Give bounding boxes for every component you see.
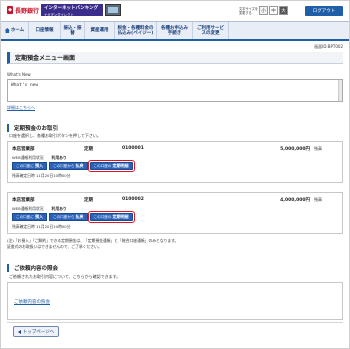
account-summary: 本店営業部 定期 0100002 4,000,000円 残高	[12, 197, 342, 205]
bank-logo[interactable]: ◆ 長野銀行	[7, 5, 39, 15]
nav-home[interactable]: ホーム	[1, 22, 29, 39]
account-summary: 本店営業部 定期 0100001 5,000,000円 残高	[12, 146, 342, 154]
arrow-left-icon	[17, 329, 21, 334]
nav-service-change[interactable]: ご利用サービスの変更	[193, 22, 229, 39]
account-balance: 5,000,000円	[280, 147, 310, 152]
whats-new-detail-link[interactable]: 詳細はこちらへ	[7, 105, 35, 111]
deposit-details-button[interactable]: この口座の 定期明細	[87, 160, 135, 172]
page: ◆ 長野銀行 インターネットバンキング ナガギンダイレクト 文字サイズを 変更す…	[0, 0, 350, 349]
note-text: (注)「お預入」「ご解約」できる定期預金は、「定期預金通帳」と「総合口座通帳」の…	[7, 238, 343, 250]
bank-name: 長野銀行	[14, 7, 39, 15]
withdraw-button-prefix: この口座から	[52, 214, 75, 219]
deposit-details-button[interactable]: この口座の 定期明細	[87, 211, 135, 223]
account-type: 定期	[84, 147, 93, 152]
web-passbook-status: WEB通帳利用状況 利用あり	[12, 155, 67, 161]
deposit-details-button-action: 定期明細	[112, 163, 129, 168]
deposit-details-button-action: 定期明細	[112, 214, 129, 219]
nav-transfer[interactable]: 振込・振替	[61, 22, 85, 39]
global-nav: ホーム 口座情報 振込・振替 資産運用 税金・各種料金の払込み(ペイジー) 各種…	[1, 21, 349, 41]
account-number: 0100002	[122, 197, 144, 202]
deposit-button-prefix: この口座に	[16, 214, 34, 219]
account-balance: 4,000,000円	[280, 198, 310, 203]
whats-new-textarea[interactable]: What's new	[7, 79, 343, 102]
page-title: 定期預金メニュー画面	[7, 52, 343, 64]
deposit-button-action: 預入	[34, 214, 43, 219]
inquiry-link[interactable]: ご依頼内容の照会	[14, 299, 50, 305]
font-small-button[interactable]: 小	[259, 6, 268, 15]
withdraw-button-action: 払戻	[75, 163, 84, 168]
withdraw-button[interactable]: この口座から 払戻	[48, 213, 88, 221]
font-size-label: 文字サイズを 変更する	[239, 7, 259, 15]
balance-confirmed-date: 残高確定日時 11月20日10時00分	[12, 224, 71, 229]
nav-account-info[interactable]: 口座情報	[29, 22, 61, 39]
withdraw-button-action: 払戻	[75, 214, 84, 219]
ib-title: インターネットバンキング	[44, 6, 99, 11]
account-type: 定期	[84, 198, 93, 203]
deposit-button[interactable]: この口座に 預入	[12, 213, 47, 221]
balance-label: 残高	[314, 146, 322, 151]
section-heading-time-deposit: 定期預金のお取引	[7, 124, 58, 132]
deposit-button-action: 預入	[34, 163, 43, 168]
font-large-button[interactable]: 大	[279, 6, 288, 15]
nav-applications[interactable]: 各種お申込み手続き	[157, 22, 193, 39]
withdraw-button[interactable]: この口座から 払戻	[48, 162, 88, 170]
deposit-details-button-prefix: この口座の	[93, 163, 112, 168]
nav-payments[interactable]: 税金・各種料金の払込み(ペイジー)	[115, 22, 157, 39]
note-line-2: 証書式のお取扱いはできませんので、ご了承ください。	[7, 244, 102, 249]
action-buttons: この口座に 預入 この口座から 払戻 この口座の 定期明細	[12, 160, 135, 172]
ib-banner: インターネットバンキング ナガギンダイレクト	[41, 4, 103, 17]
whats-new-label: What's New	[7, 72, 31, 77]
top-page-button-label: トップページへ	[22, 329, 55, 335]
account-card: 本店営業部 定期 0100002 4,000,000円 残高 WEB通帳利用状況…	[7, 192, 343, 234]
instruction-text: 口座を選択し、各種お取引ボタンを押して下さい。	[9, 133, 101, 138]
whats-new-content: What's new	[11, 83, 39, 88]
web-passbook-status: WEB通帳利用状況 利用あり	[12, 206, 67, 212]
withdraw-button-prefix: この口座から	[52, 163, 75, 168]
whats-new-scrollbar[interactable]	[338, 80, 342, 101]
branch-name: 本店営業部	[12, 198, 35, 203]
font-medium-button[interactable]: 中	[269, 6, 278, 15]
account-number: 0100001	[122, 146, 144, 151]
inquiry-description: ご依頼されたお取引内容について、こちらから確認できます。	[9, 274, 121, 279]
deposit-button[interactable]: この口座に 預入	[12, 162, 47, 170]
bank-logo-icon: ◆	[7, 6, 13, 14]
screen-id: 画面ID:BPT002	[314, 44, 343, 49]
web-status-value: 利用あり	[51, 206, 67, 211]
top-page-button[interactable]: トップページへ	[13, 326, 59, 337]
deposit-button-prefix: この口座に	[16, 163, 34, 168]
web-status-value: 利用あり	[51, 155, 67, 160]
divider	[7, 322, 343, 323]
web-status-label: WEB通帳利用状況	[12, 206, 44, 211]
nav-home-label: ホーム	[10, 28, 25, 33]
logout-button[interactable]: ログアウト	[305, 6, 343, 16]
home-icon	[4, 28, 10, 33]
action-buttons: この口座に 預入 この口座から 払戻 この口座の 定期明細	[12, 211, 135, 223]
ib-subtitle: ナガギンダイレクト	[44, 13, 74, 17]
monitor-icon	[105, 4, 121, 16]
balance-label: 残高	[314, 197, 322, 202]
header: ◆ 長野銀行 インターネットバンキング ナガギンダイレクト 文字サイズを 変更す…	[1, 1, 349, 21]
nav-asset-management[interactable]: 資産運用	[85, 22, 115, 39]
account-card: 本店営業部 定期 0100001 5,000,000円 残高 WEB通帳利用状況…	[7, 141, 343, 183]
deposit-details-button-prefix: この口座の	[93, 214, 112, 219]
section-heading-inquiry: ご依頼内容の照会	[7, 264, 58, 272]
balance-confirmed-date: 残高確定日時 11月20日10時00分	[12, 173, 71, 178]
web-status-label: WEB通帳利用状況	[12, 155, 44, 160]
branch-name: 本店営業部	[12, 147, 35, 152]
inquiry-box: ご依頼内容の照会	[7, 282, 343, 320]
